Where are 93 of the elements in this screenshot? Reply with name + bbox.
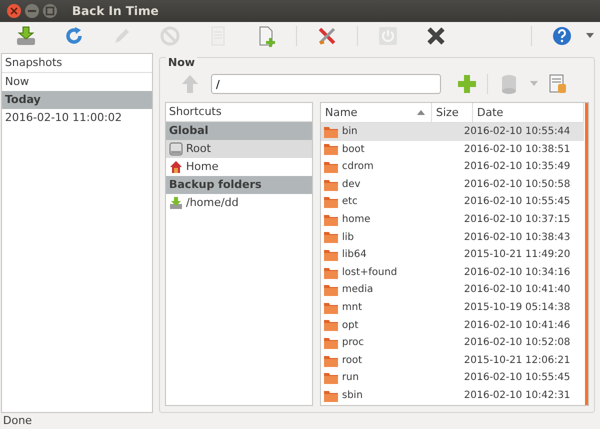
- no-entry-icon: [159, 25, 181, 47]
- snapshot-item[interactable]: Now: [2, 73, 152, 91]
- close-icon: [425, 25, 447, 47]
- file-name: media: [342, 283, 374, 298]
- folder-icon: [324, 266, 338, 279]
- column-header[interactable]: Date: [473, 103, 584, 122]
- file-row[interactable]: home 2016-02-10 10:37:15: [321, 210, 584, 229]
- snapshot-item[interactable]: Today: [2, 91, 152, 109]
- file-row[interactable]: dev 2016-02-10 10:50:58: [321, 176, 584, 194]
- file-name: lib: [342, 230, 354, 245]
- file-name: run: [342, 371, 359, 386]
- download-icon: [169, 196, 183, 210]
- file-row[interactable]: cdrom 2016-02-10 10:35:49: [321, 158, 584, 176]
- file-name: opt: [342, 318, 358, 333]
- folder-icon: [324, 284, 338, 296]
- folder-icon: [324, 319, 338, 332]
- add-icon[interactable]: [457, 74, 477, 94]
- window-title: Back In Time: [72, 4, 159, 18]
- file-row[interactable]: media 2016-02-10 10:41:40: [321, 281, 584, 299]
- file-date: 2016-02-10 10:55:44: [464, 125, 570, 139]
- file-date: 2016-02-10 10:50:58: [464, 178, 570, 192]
- file-date: 2016-02-10 10:34:16: [464, 266, 570, 280]
- caret-icon[interactable]: [586, 33, 594, 39]
- file-date: 2016-02-10 10:42:31: [464, 388, 570, 403]
- file-name: lib64: [342, 248, 367, 262]
- file-row[interactable]: bin 2016-02-10 10:55:44: [321, 123, 584, 141]
- file-date: 2016-02-10 10:52:08: [464, 336, 570, 350]
- file-name: sbin: [342, 388, 363, 403]
- shortcut-item[interactable]: Home: [166, 158, 312, 176]
- file-row[interactable]: opt 2016-02-10 10:41:46: [321, 316, 584, 334]
- file-date: 2015-10-21 11:49:20: [464, 248, 570, 262]
- file-row[interactable]: etc 2016-02-10 10:55:45: [321, 193, 584, 211]
- file-date: 2016-02-10 10:38:43: [464, 230, 570, 245]
- folder-icon: [324, 390, 338, 402]
- file-row[interactable]: boot 2016-02-10 10:38:51: [321, 140, 584, 158]
- home-icon: [169, 160, 183, 174]
- file-date: 2016-02-10 10:38:51: [464, 142, 570, 157]
- file-name: root: [342, 354, 362, 368]
- file-row[interactable]: lost+found 2016-02-10 10:34:16: [321, 264, 584, 282]
- file-date: 2016-02-10 10:41:40: [464, 283, 570, 298]
- folder-icon: [324, 214, 338, 226]
- file-date: 2016-02-10 10:55:45: [464, 371, 570, 386]
- shortcut-item[interactable]: /home/dd: [166, 194, 312, 212]
- file-name: bin: [342, 125, 358, 139]
- scrollbar[interactable]: [585, 103, 588, 405]
- shortcut-item[interactable]: Global: [166, 122, 312, 140]
- file-date: 2016-02-10 10:55:45: [464, 195, 570, 210]
- file-row[interactable]: run 2016-02-10 10:55:45: [321, 369, 584, 387]
- panel-title: Now: [166, 56, 197, 69]
- folder-icon: [324, 248, 338, 261]
- shortcut-item[interactable]: Backup folders: [166, 176, 312, 194]
- column-header[interactable]: Name: [321, 103, 432, 122]
- file-date: 2016-02-10 10:41:46: [464, 318, 570, 333]
- folder-icon: [324, 178, 338, 191]
- tools-icon: [316, 25, 338, 47]
- file-name: dev: [342, 178, 360, 192]
- file-date: 2016-02-10 10:35:49: [464, 160, 570, 174]
- file-name: proc: [342, 336, 364, 350]
- folder-icon: [324, 126, 338, 138]
- file-date: 2016-02-10 10:37:15: [464, 212, 570, 227]
- folder-icon: [324, 160, 338, 173]
- help-icon: [551, 25, 573, 47]
- column-header[interactable]: Size: [432, 103, 473, 122]
- folder-icon: [324, 336, 338, 349]
- folder-icon: [324, 372, 338, 384]
- window-controls-icon[interactable]: [6, 3, 58, 19]
- file-name: etc: [342, 195, 358, 210]
- file-name: cdrom: [342, 160, 374, 174]
- file-name: lost+found: [342, 266, 398, 280]
- file-row[interactable]: proc 2016-02-10 10:52:08: [321, 334, 584, 352]
- folder-icon: [324, 143, 338, 156]
- file-name: home: [342, 212, 370, 227]
- file-row[interactable]: sbin 2016-02-10 10:42:31: [321, 386, 584, 404]
- file-row[interactable]: mnt 2015-10-19 05:14:38: [321, 298, 584, 317]
- folder-icon: [324, 354, 338, 367]
- drive-icon: [169, 142, 183, 156]
- file-row[interactable]: lib64 2015-10-21 11:49:20: [321, 246, 584, 264]
- document-icon[interactable]: [548, 74, 568, 94]
- file-row[interactable]: root 2015-10-21 12:06:21: [321, 352, 584, 370]
- file-name: mnt: [342, 300, 362, 315]
- path-field[interactable]: /: [211, 74, 441, 94]
- file-row[interactable]: lib 2016-02-10 10:38:43: [321, 228, 584, 246]
- file-name: boot: [342, 142, 365, 157]
- folder-icon: [324, 302, 338, 314]
- download-drive-icon: [15, 25, 37, 47]
- snapshot-item[interactable]: 2016-02-10 11:00:02: [2, 109, 152, 127]
- sort-icon: [417, 110, 425, 116]
- shortcut-item[interactable]: Root: [166, 140, 312, 158]
- file-date: 2015-10-19 05:14:38: [464, 300, 570, 315]
- file-date: 2015-10-21 12:06:21: [464, 354, 570, 368]
- folder-icon: [324, 196, 338, 208]
- status-text: Done: [2, 413, 33, 429]
- folder-icon: [324, 231, 338, 244]
